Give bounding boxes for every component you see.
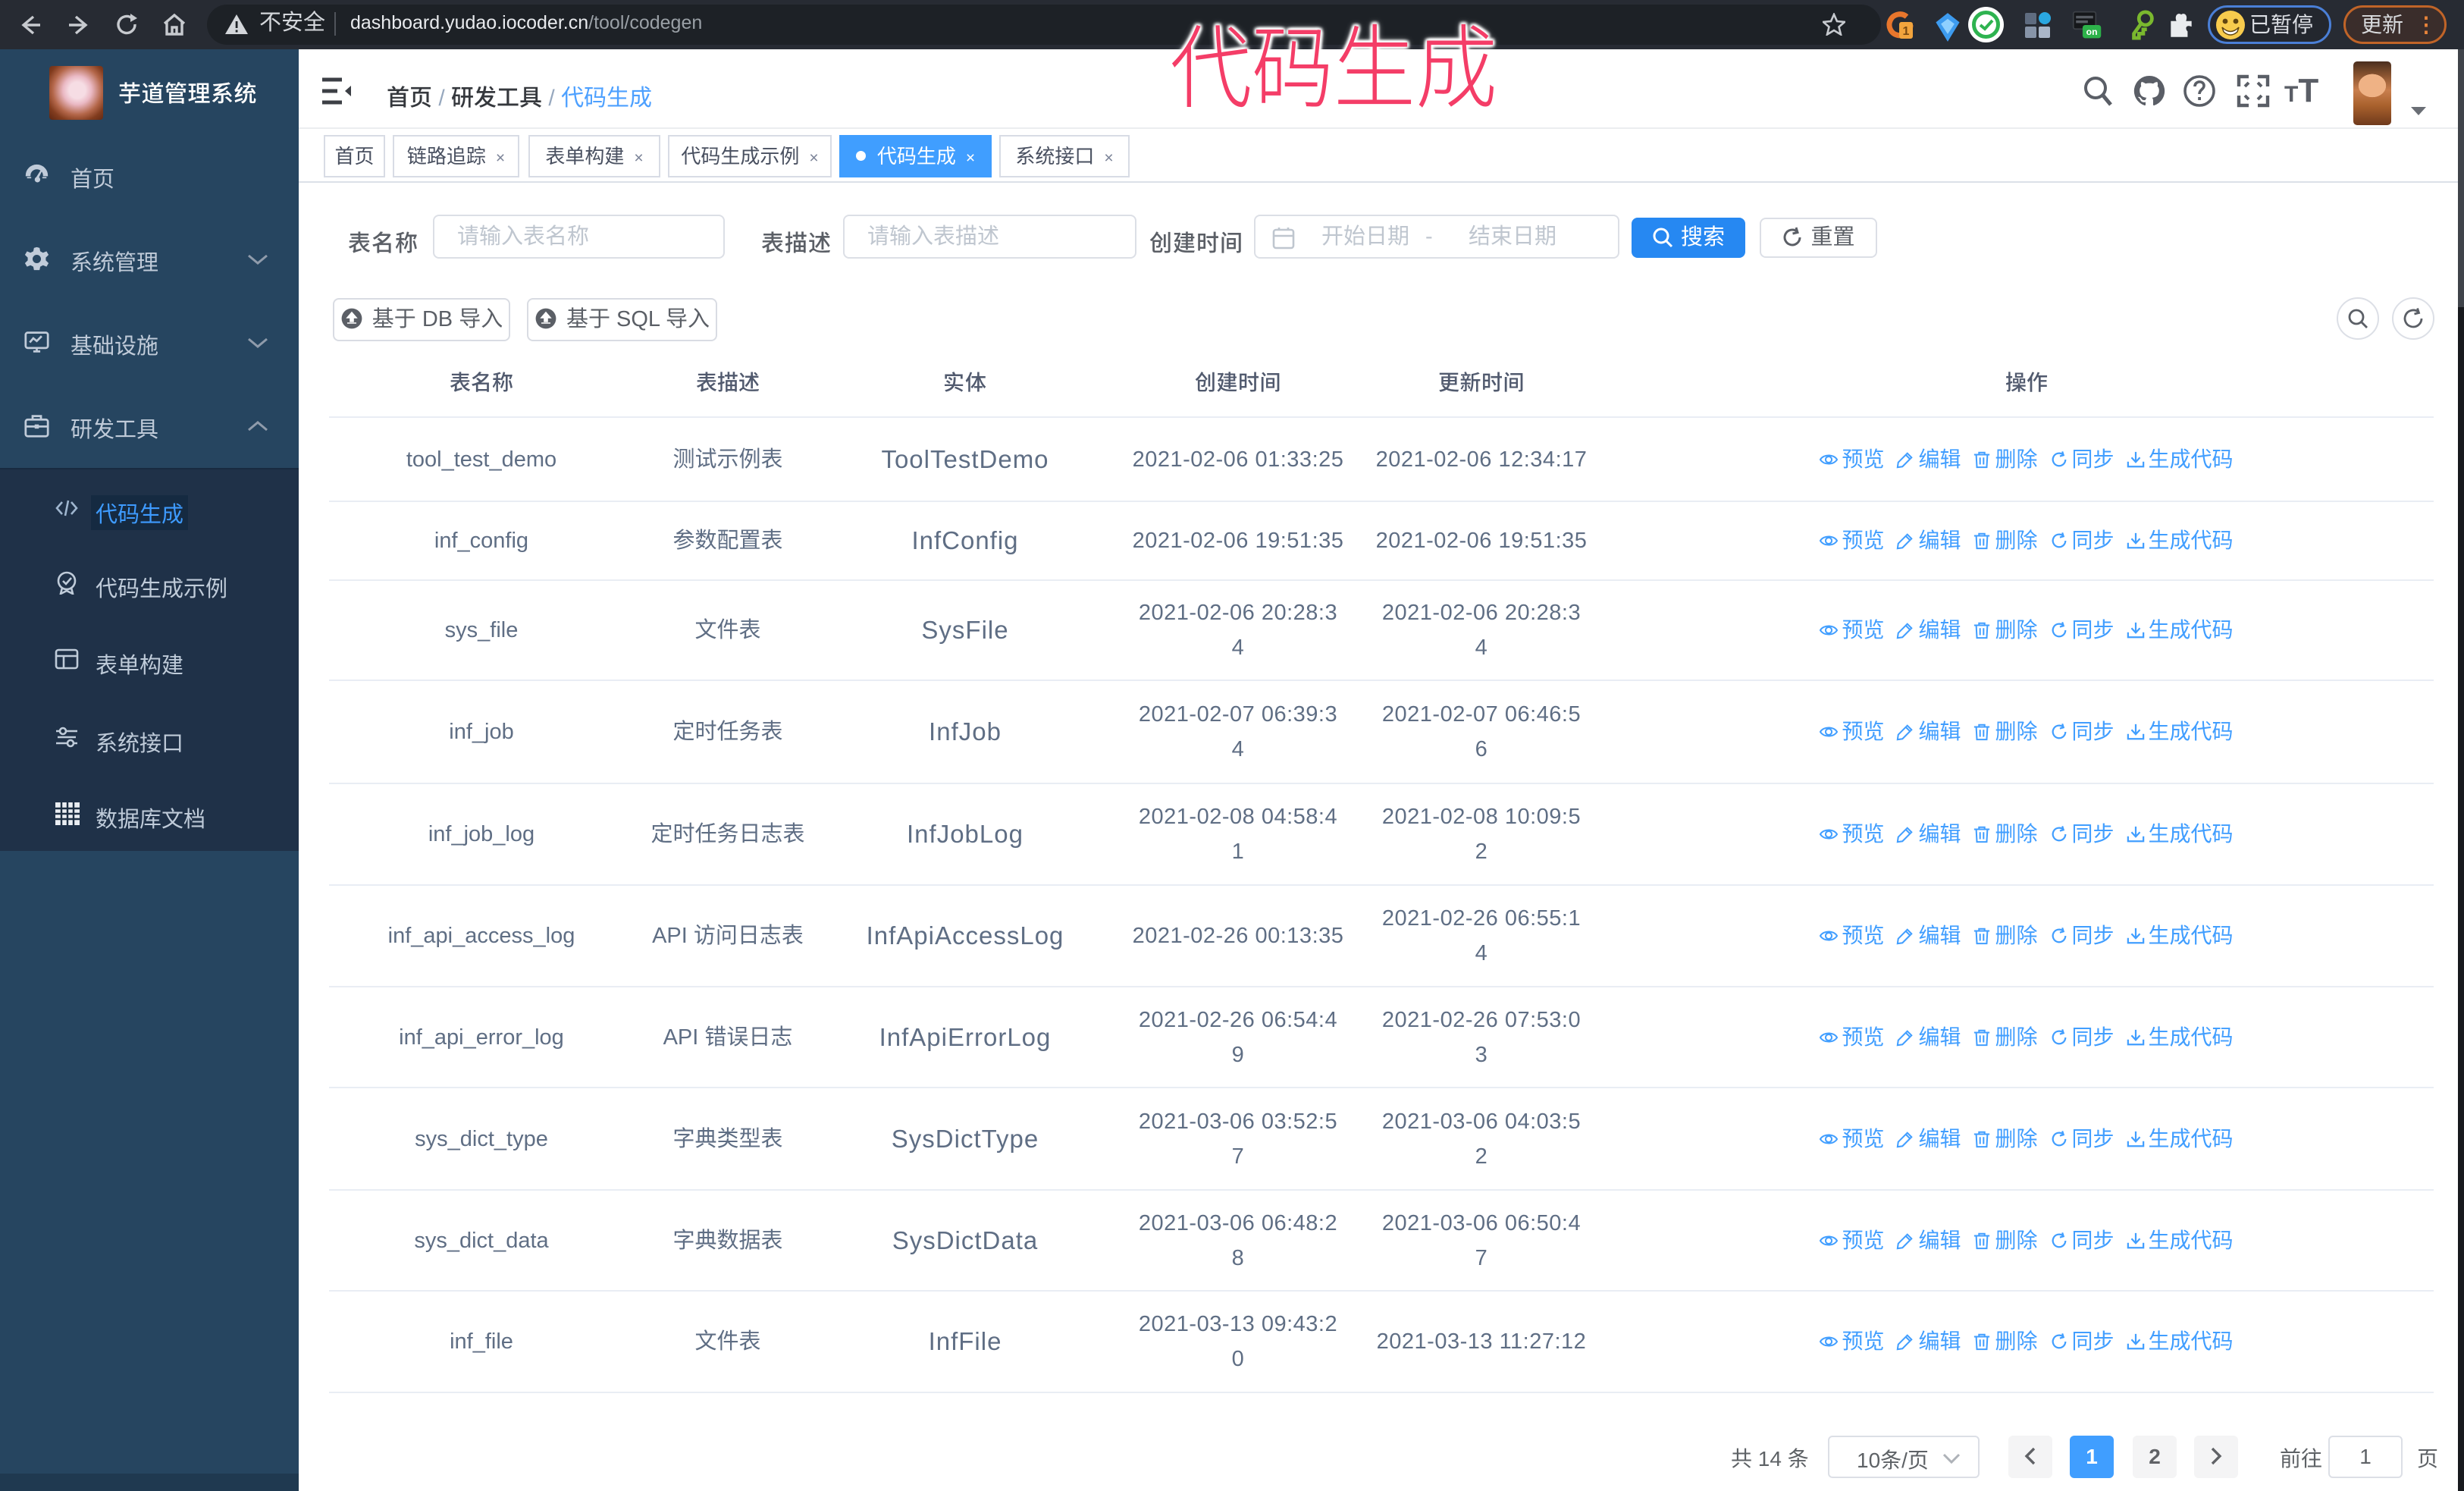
svg-text:1: 1 bbox=[1903, 25, 1910, 38]
svg-text:on: on bbox=[2086, 27, 2098, 37]
